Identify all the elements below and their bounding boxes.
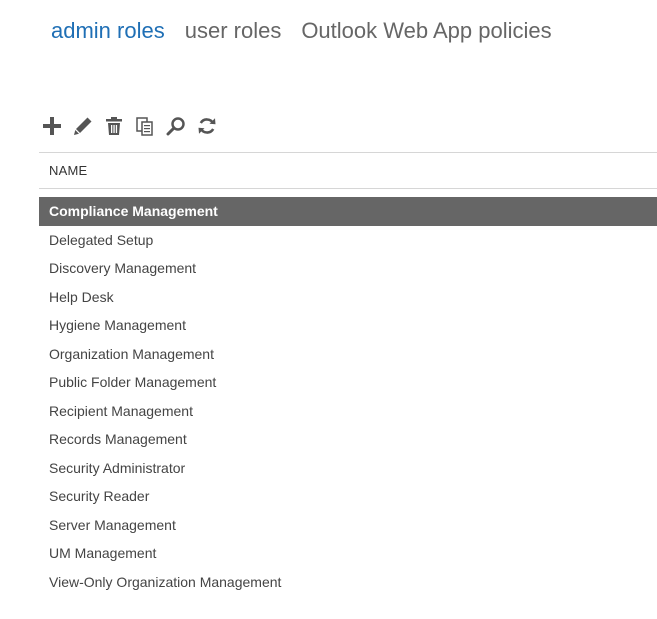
roles-list: NAME Compliance Management Delegated Setu… <box>39 152 657 596</box>
list-item[interactable]: Security Administrator <box>39 454 657 483</box>
list-item[interactable]: Server Management <box>39 511 657 540</box>
toolbar <box>41 115 227 137</box>
list-item[interactable]: View-Only Organization Management <box>39 568 657 597</box>
edit-icon <box>74 117 92 135</box>
list-item[interactable]: Security Reader <box>39 482 657 511</box>
search-button[interactable] <box>165 115 187 137</box>
list-item[interactable]: UM Management <box>39 539 657 568</box>
list-item[interactable]: Recipient Management <box>39 397 657 426</box>
delete-button[interactable] <box>103 115 125 137</box>
list-header: NAME <box>39 152 657 189</box>
list-item[interactable]: Discovery Management <box>39 254 657 283</box>
tab-user-roles[interactable]: user roles <box>185 16 282 46</box>
refresh-button[interactable] <box>196 115 218 137</box>
list-rows: Compliance Management Delegated Setup Disc… <box>39 197 657 596</box>
pivot-tabs: admin roles user roles Outlook Web App p… <box>51 16 572 46</box>
list-item[interactable]: Records Management <box>39 425 657 454</box>
tab-admin-roles[interactable]: admin roles <box>51 16 165 46</box>
list-item[interactable]: Public Folder Management <box>39 368 657 397</box>
list-item[interactable]: Help Desk <box>39 283 657 312</box>
copy-icon <box>136 117 153 136</box>
add-button[interactable] <box>41 115 63 137</box>
refresh-icon <box>198 118 216 134</box>
copy-button[interactable] <box>134 115 156 137</box>
column-header-name[interactable]: NAME <box>49 163 87 178</box>
list-item[interactable]: Organization Management <box>39 340 657 369</box>
list-item[interactable]: Hygiene Management <box>39 311 657 340</box>
list-item[interactable]: Compliance Management <box>39 197 657 226</box>
tab-outlook-web-app-policies[interactable]: Outlook Web App policies <box>301 16 551 46</box>
delete-icon <box>106 117 122 135</box>
edit-button[interactable] <box>72 115 94 137</box>
add-icon <box>43 117 61 135</box>
search-icon <box>166 117 185 136</box>
list-item[interactable]: Delegated Setup <box>39 226 657 255</box>
